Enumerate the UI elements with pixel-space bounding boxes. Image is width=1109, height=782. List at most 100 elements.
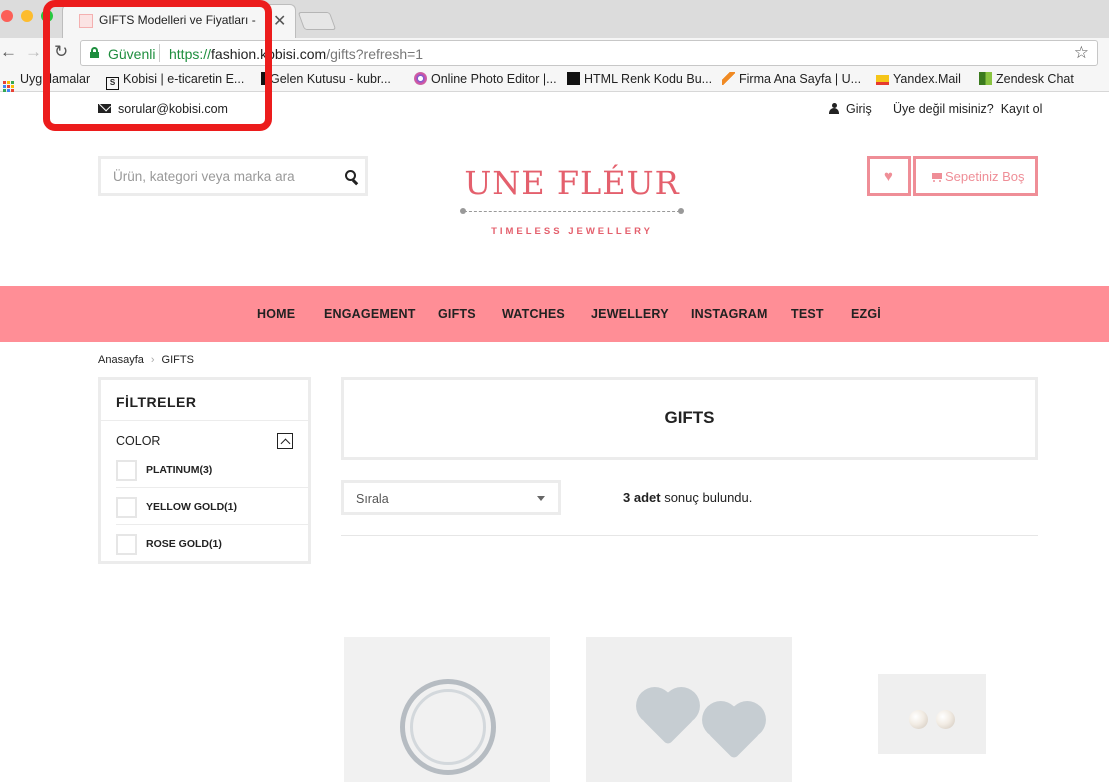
nav-item-instagram[interactable]: INSTAGRAM <box>691 307 768 321</box>
register-area: Üye değil misiniz? Kayıt ol <box>893 102 1042 116</box>
heart-earring-right <box>707 706 761 760</box>
bookmark-label: Zendesk Chat <box>996 72 1074 86</box>
apps-grid-icon <box>3 81 14 92</box>
checkbox[interactable] <box>116 534 137 555</box>
logo-divider <box>460 207 684 217</box>
breadcrumb-separator: › <box>150 354 155 366</box>
forward-arrow-icon[interactable]: → <box>25 42 42 62</box>
product-image-pearl-earrings[interactable] <box>878 674 986 754</box>
filter-option-label: ROSE GOLD(1) <box>146 538 222 550</box>
browser-toolbar: ← → ↻ Güvenli https://fashion.kobisi.com… <box>0 38 1109 68</box>
bracelet-link <box>410 689 486 765</box>
login-label: Giriş <box>846 102 872 116</box>
bookmark-apps[interactable]: Uygulamalar <box>3 72 90 92</box>
product-image-bracelet[interactable] <box>344 637 550 782</box>
filters-title: FİLTRELER <box>116 394 197 410</box>
bookmark-inbox[interactable]: Gelen Kutusu - kubr... <box>261 72 391 86</box>
filter-option-rose-gold[interactable]: ROSE GOLD(1) <box>116 534 308 571</box>
category-title-box: GIFTS <box>341 377 1038 460</box>
collapse-icon[interactable] <box>277 433 293 449</box>
url-path: /gifts?refresh=1 <box>326 46 424 62</box>
url-text: https://fashion.kobisi.com/gifts?refresh… <box>169 46 423 62</box>
back-arrow-icon[interactable]: ← <box>0 42 17 62</box>
new-tab-button[interactable] <box>297 12 337 30</box>
register-prompt: Üye değil misiniz? <box>893 102 994 116</box>
minimize-window-button[interactable] <box>21 10 33 22</box>
logo-tagline: TIMELESS JEWELLERY <box>491 226 653 237</box>
product-image-heart-earrings[interactable] <box>586 637 792 782</box>
bookmark-star-icon[interactable]: ☆ <box>1074 43 1089 63</box>
bookmark-label: Firma Ana Sayfa | U... <box>739 72 862 86</box>
bookmark-zendesk[interactable]: Zendesk Chat <box>979 72 1074 86</box>
main-navigation: HOME ENGAGEMENT GIFTS WATCHES JEWELLERY … <box>0 286 1109 342</box>
lightning-icon <box>722 72 735 85</box>
search-icon[interactable] <box>345 170 359 186</box>
nav-item-engagement[interactable]: ENGAGEMENT <box>324 307 416 321</box>
contact-email: sorular@kobisi.com <box>118 102 228 116</box>
bookmark-html-colors[interactable]: HTML Renk Kodu Bu... <box>567 72 712 86</box>
sort-select[interactable]: Sırala <box>341 480 561 515</box>
zoom-window-button[interactable] <box>41 10 53 22</box>
site-favicon-icon <box>79 14 93 28</box>
checkbox[interactable] <box>116 460 137 481</box>
bookmark-yandex[interactable]: Yandex.Mail <box>876 72 961 86</box>
page-title: GIFTS <box>664 408 715 427</box>
filter-divider <box>116 524 308 525</box>
breadcrumb-home[interactable]: Anasayfa <box>98 354 144 366</box>
zendesk-icon <box>979 72 992 85</box>
address-bar[interactable]: Güvenli https://fashion.kobisi.com/gifts… <box>80 40 1098 66</box>
filters-divider <box>101 420 308 421</box>
reload-icon[interactable]: ↻ <box>54 42 68 62</box>
bookmark-label: Gelen Kutusu - kubr... <box>270 72 391 86</box>
bookmark-firma[interactable]: Firma Ana Sayfa | U... <box>722 72 861 86</box>
filters-panel: FİLTRELER COLOR PLATINUM(3) YELLOW GOLD(… <box>98 377 311 564</box>
filter-option-label: YELLOW GOLD(1) <box>146 501 237 513</box>
result-count: 3 adet sonuç bulundu. <box>623 490 752 505</box>
breadcrumb-current: GIFTS <box>161 354 194 366</box>
mail-bookmark-icon <box>261 72 266 85</box>
filter-option-platinum[interactable]: PLATINUM(3) <box>116 460 308 497</box>
envelope-icon <box>876 75 889 85</box>
bookmark-kobisi[interactable]: S Kobisi | e-ticaretin E... <box>106 72 244 90</box>
breadcrumb: Anasayfa › GIFTS <box>98 354 194 366</box>
site-logo[interactable]: UNE FLÉUR TIMELESS JEWELLERY <box>460 163 684 243</box>
browser-tab-strip: GIFTS Modelleri ve Fiyatları - ✕ <box>0 0 1109 38</box>
filter-option-label: PLATINUM(3) <box>146 464 213 476</box>
search-input[interactable] <box>101 159 331 193</box>
nav-item-watches[interactable]: WATCHES <box>502 307 565 321</box>
nav-item-test[interactable]: TEST <box>791 307 824 321</box>
user-icon <box>829 103 839 114</box>
register-link[interactable]: Kayıt ol <box>1001 102 1043 116</box>
bookmark-photo-editor[interactable]: Online Photo Editor |... <box>414 72 557 86</box>
tab-close-icon[interactable]: ✕ <box>273 11 286 31</box>
pearl-left <box>909 710 928 729</box>
nav-item-jewellery[interactable]: JEWELLERY <box>591 307 669 321</box>
cart-button[interactable]: Sepetiniz Boş <box>913 156 1038 196</box>
sort-label: Sırala <box>356 492 389 506</box>
filter-divider <box>116 487 308 488</box>
url-host: fashion.kobisi.com <box>211 46 327 62</box>
nav-item-home[interactable]: HOME <box>257 307 295 321</box>
envelope-icon <box>98 104 111 113</box>
url-scheme: https:// <box>169 46 212 62</box>
wishlist-button[interactable]: ♥ <box>867 156 911 196</box>
bookmark-label: Kobisi | e-ticaretin E... <box>123 72 245 86</box>
contact-email-link[interactable]: sorular@kobisi.com <box>98 102 228 116</box>
cart-label: Sepetiniz Boş <box>945 169 1025 184</box>
nav-item-gifts[interactable]: GIFTS <box>438 307 476 321</box>
bookmark-label: Uygulamalar <box>20 72 91 86</box>
login-link[interactable]: Giriş <box>829 102 872 116</box>
bookmark-label: HTML Renk Kodu Bu... <box>584 72 713 86</box>
filter-option-yellow-gold[interactable]: YELLOW GOLD(1) <box>116 497 308 534</box>
pearl-right <box>936 710 955 729</box>
checkbox[interactable] <box>116 497 137 518</box>
nav-item-ezgi[interactable]: EZGİ <box>851 307 881 321</box>
browser-tab[interactable]: GIFTS Modelleri ve Fiyatları - ✕ <box>62 4 296 38</box>
lock-icon <box>90 47 99 58</box>
heart-earring-left <box>641 692 695 746</box>
url-divider <box>159 44 160 62</box>
bookmark-label: Online Photo Editor |... <box>431 72 557 86</box>
bookmark-label: Yandex.Mail <box>893 72 961 86</box>
close-window-button[interactable] <box>1 10 13 22</box>
logo-wordmark: UNE FLÉUR <box>464 164 680 202</box>
